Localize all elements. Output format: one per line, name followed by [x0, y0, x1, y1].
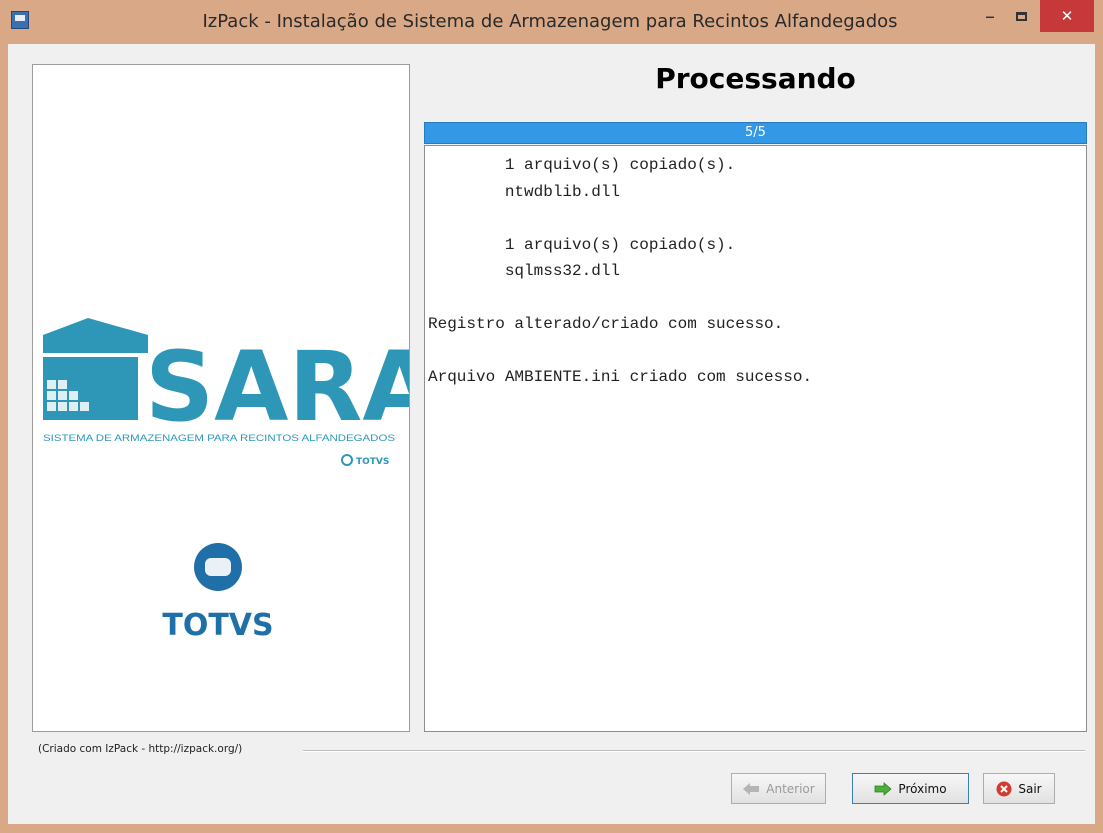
minimize-button[interactable]: –	[975, 0, 1005, 32]
sara-tagline: SISTEMA DE ARMAZENAGEM PARA RECINTOS ALF…	[43, 432, 395, 443]
exit-button-label: Sair	[1018, 781, 1042, 796]
installer-client-area: SARA SISTEMA DE ARMAZENAGEM PARA RECINTO…	[8, 44, 1095, 824]
maximize-icon	[1015, 12, 1027, 21]
next-button-label: Próximo	[898, 781, 947, 796]
maximize-button[interactable]	[1005, 0, 1037, 32]
previous-button-label: Anterior	[766, 781, 815, 796]
previous-button[interactable]: Anterior	[731, 773, 826, 804]
window-title: IzPack - Instalação de Sistema de Armaze…	[202, 11, 898, 32]
arrow-right-icon	[875, 781, 893, 796]
sara-wordmark: SARA	[145, 331, 409, 443]
sara-house-body	[43, 357, 138, 420]
progress-bar: 5/5	[424, 122, 1087, 144]
next-button[interactable]: Próximo	[852, 773, 969, 804]
install-log[interactable]: 1 arquivo(s) copiado(s). ntwdblib.dll 1 …	[424, 145, 1087, 732]
totvs-wordmark: TOTVS	[162, 608, 273, 643]
install-log-text: 1 arquivo(s) copiado(s). ntwdblib.dll 1 …	[428, 156, 813, 386]
footer-separator	[303, 750, 1085, 752]
totvs-logo: TOTVS	[162, 543, 274, 643]
izpack-credit: (Criado com IzPack - http://izpack.org/)	[38, 743, 243, 755]
exit-button[interactable]: Sair	[983, 773, 1055, 804]
sara-vendor-icon	[341, 454, 353, 466]
sara-logo: SARA SISTEMA DE ARMAZENAGEM PARA RECINTO…	[43, 318, 437, 467]
sara-roof-shape	[43, 318, 148, 353]
installer-window: IzPack - Instalação de Sistema de Armaze…	[0, 0, 1103, 833]
app-icon[interactable]	[11, 11, 29, 29]
close-button[interactable]: ✕	[1040, 0, 1094, 32]
panel-heading: Processando	[655, 62, 856, 95]
arrow-left-icon	[743, 782, 760, 795]
title-bar[interactable]: IzPack - Instalação de Sistema de Armaze…	[0, 0, 1103, 44]
branding-logos: SARA SISTEMA DE ARMAZENAGEM PARA RECINTO…	[43, 318, 437, 643]
sara-vendor-label: TOTVS	[356, 457, 389, 467]
stop-icon	[996, 781, 1012, 796]
branding-panel: SARA SISTEMA DE ARMAZENAGEM PARA RECINTO…	[32, 64, 437, 732]
